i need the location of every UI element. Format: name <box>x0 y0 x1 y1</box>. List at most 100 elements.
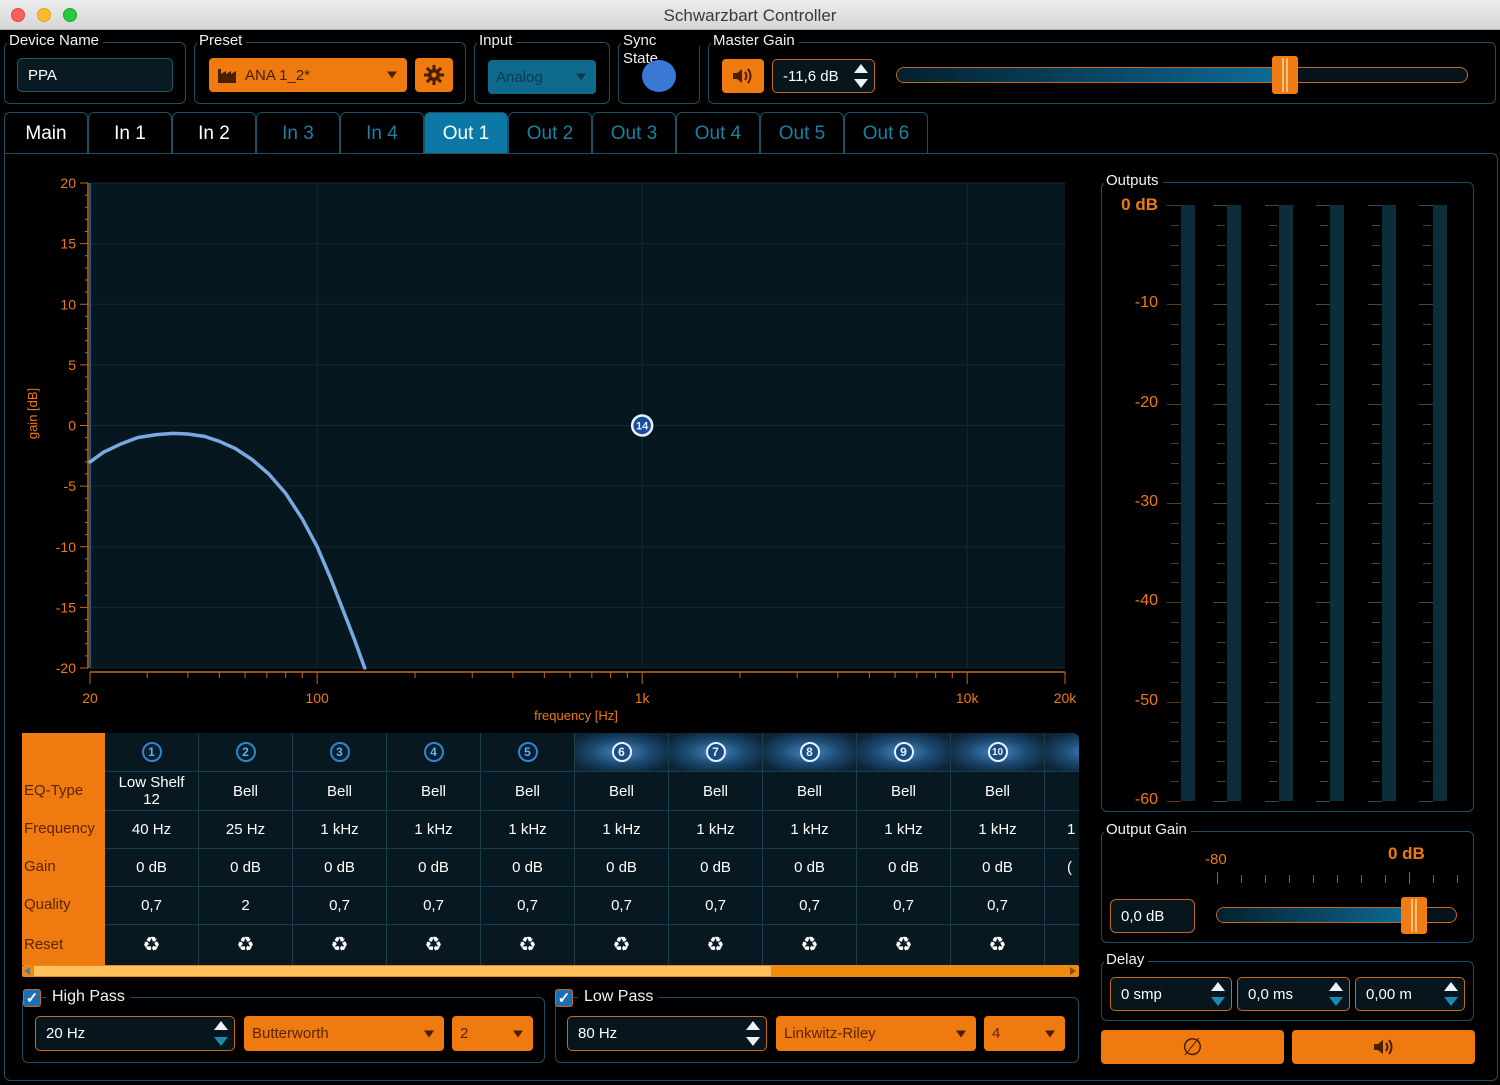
eq-cell-q[interactable]: 0,7 <box>857 886 950 924</box>
eq-cell-gain[interactable]: 0 dB <box>951 848 1044 886</box>
delay-meters-input[interactable]: 0,00 m <box>1355 977 1465 1011</box>
eq-cell-freq[interactable]: 25 Hz <box>199 810 292 848</box>
eq-band-header[interactable]: 8 <box>763 733 856 771</box>
eq-band-header[interactable]: 4 <box>387 733 480 771</box>
master-mute-button[interactable] <box>722 59 764 93</box>
eq-band-header[interactable]: 6 <box>575 733 668 771</box>
eq-band-header[interactable]: 10 <box>951 733 1044 771</box>
tab-out-6[interactable]: Out 6 <box>844 112 928 154</box>
recycle-icon[interactable]: ♻ <box>331 935 349 955</box>
stepper-up-icon[interactable] <box>1211 982 1225 991</box>
stepper-down-icon[interactable] <box>854 79 868 88</box>
high-pass-frequency-stepper[interactable] <box>214 1021 228 1046</box>
low-pass-frequency-input[interactable]: 80 Hz <box>567 1016 767 1051</box>
stepper-down-icon[interactable] <box>1211 997 1225 1006</box>
eq-cell-type[interactable]: Bell <box>857 771 950 810</box>
stepper-down-icon[interactable] <box>1329 997 1343 1006</box>
low-pass-checkbox[interactable]: ✓ <box>555 989 573 1007</box>
eq-cell-freq[interactable]: 1 kHz <box>387 810 480 848</box>
tab-out-2[interactable]: Out 2 <box>508 112 592 154</box>
eq-cell-freq[interactable]: 1 kHz <box>951 810 1044 848</box>
low-pass-frequency-stepper[interactable] <box>746 1021 760 1046</box>
tab-out-3[interactable]: Out 3 <box>592 112 676 154</box>
eq-cell-freq[interactable]: 1 <box>1045 810 1079 848</box>
eq-cell-freq[interactable]: 40 Hz <box>105 810 198 848</box>
eq-cell-freq[interactable]: 1 kHz <box>669 810 762 848</box>
eq-band-header[interactable]: 9 <box>857 733 950 771</box>
eq-band-header[interactable]: 3 <box>293 733 386 771</box>
eq-cell-q[interactable]: 0,7 <box>387 886 480 924</box>
eq-cell-type[interactable]: Bell <box>199 771 292 810</box>
eq-scrollbar-thumb[interactable] <box>34 966 771 976</box>
master-gain-stepper[interactable] <box>854 64 868 88</box>
tab-in-1[interactable]: In 1 <box>88 112 172 154</box>
recycle-icon[interactable]: ♻ <box>989 935 1007 955</box>
recycle-icon[interactable]: ♻ <box>519 935 537 955</box>
eq-cell-gain[interactable]: 0 dB <box>481 848 574 886</box>
eq-cell-type[interactable]: Bell <box>669 771 762 810</box>
tab-main[interactable]: Main <box>4 112 88 154</box>
eq-band-header[interactable]: 7 <box>669 733 762 771</box>
scroll-right-icon[interactable] <box>1070 967 1076 975</box>
output-gain-slider-thumb[interactable] <box>1400 897 1427 934</box>
delay-samples-stepper[interactable] <box>1211 982 1225 1006</box>
eq-cell-type[interactable]: Low Shelf 12 <box>105 771 198 810</box>
eq-cell-q[interactable]: 2 <box>199 886 292 924</box>
eq-cell-type[interactable]: Bell <box>951 771 1044 810</box>
stepper-down-icon[interactable] <box>746 1037 760 1046</box>
eq-horizontal-scrollbar[interactable] <box>22 965 1079 977</box>
frequency-response-chart[interactable]: 20 15 10 5 0 -5 -10 -15 -20 gain [dB] 20 100 1k 10k 20… <box>10 168 1092 733</box>
recycle-icon[interactable]: ♻ <box>895 935 913 955</box>
eq-cell-q[interactable]: 0,7 <box>575 886 668 924</box>
tab-out-5[interactable]: Out 5 <box>760 112 844 154</box>
recycle-icon[interactable]: ♻ <box>707 935 725 955</box>
eq-cell-type[interactable]: Bell <box>575 771 668 810</box>
output-mute-button[interactable] <box>1292 1030 1475 1064</box>
stepper-up-icon[interactable] <box>1329 982 1343 991</box>
eq-cell-type[interactable]: Bell <box>763 771 856 810</box>
master-gain-slider-thumb[interactable] <box>1271 56 1298 94</box>
delay-ms-stepper[interactable] <box>1329 982 1343 1006</box>
eq-cell-q[interactable]: 0,7 <box>763 886 856 924</box>
recycle-icon[interactable]: ♻ <box>237 935 255 955</box>
tab-in-4[interactable]: In 4 <box>340 112 424 154</box>
master-gain-slider[interactable] <box>896 67 1468 83</box>
eq-cell-gain[interactable]: 0 dB <box>293 848 386 886</box>
low-pass-type-dropdown[interactable]: Linkwitz-Riley <box>776 1016 976 1051</box>
eq-cell-gain[interactable]: 0 dB <box>105 848 198 886</box>
eq-cell-freq[interactable]: 1 kHz <box>763 810 856 848</box>
tab-in-2[interactable]: In 2 <box>172 112 256 154</box>
stepper-down-icon[interactable] <box>214 1037 228 1046</box>
eq-cell-type[interactable] <box>1045 771 1079 810</box>
high-pass-order-dropdown[interactable]: 2 <box>452 1016 533 1051</box>
input-dropdown[interactable]: Analog <box>488 60 596 94</box>
eq-cell-gain[interactable]: 0 dB <box>669 848 762 886</box>
eq-cell-q[interactable]: 0,7 <box>293 886 386 924</box>
eq-cell-freq[interactable]: 1 kHz <box>575 810 668 848</box>
eq-cell-type[interactable]: Bell <box>481 771 574 810</box>
recycle-icon[interactable]: ♻ <box>801 935 819 955</box>
eq-cell-freq[interactable]: 1 kHz <box>481 810 574 848</box>
eq-cell-q[interactable]: 0,7 <box>669 886 762 924</box>
tab-out-1[interactable]: Out 1 <box>424 112 508 154</box>
low-pass-order-dropdown[interactable]: 4 <box>984 1016 1065 1051</box>
scroll-left-icon[interactable] <box>24 967 30 975</box>
eq-cell-q[interactable]: 0,7 <box>105 886 198 924</box>
eq-band-header[interactable]: 1 <box>105 733 198 771</box>
eq-cell-type[interactable]: Bell <box>387 771 480 810</box>
output-gain-input[interactable]: 0,0 dB <box>1110 899 1195 933</box>
eq-cell-gain[interactable]: ( <box>1045 848 1079 886</box>
device-name-input[interactable]: PPA <box>17 58 173 92</box>
preset-settings-button[interactable] <box>415 58 453 92</box>
tab-in-3[interactable]: In 3 <box>256 112 340 154</box>
eq-cell-gain[interactable]: 0 dB <box>387 848 480 886</box>
eq-cell-gain[interactable]: 0 dB <box>763 848 856 886</box>
recycle-icon[interactable]: ♻ <box>143 935 161 955</box>
eq-cell-q[interactable]: 0,7 <box>951 886 1044 924</box>
high-pass-checkbox[interactable]: ✓ <box>23 989 41 1007</box>
eq-cell-gain[interactable]: 0 dB <box>857 848 950 886</box>
delay-samples-input[interactable]: 0 smp <box>1110 977 1232 1011</box>
eq-cell-q[interactable] <box>1045 886 1079 924</box>
stepper-up-icon[interactable] <box>854 64 868 73</box>
stepper-up-icon[interactable] <box>746 1021 760 1030</box>
